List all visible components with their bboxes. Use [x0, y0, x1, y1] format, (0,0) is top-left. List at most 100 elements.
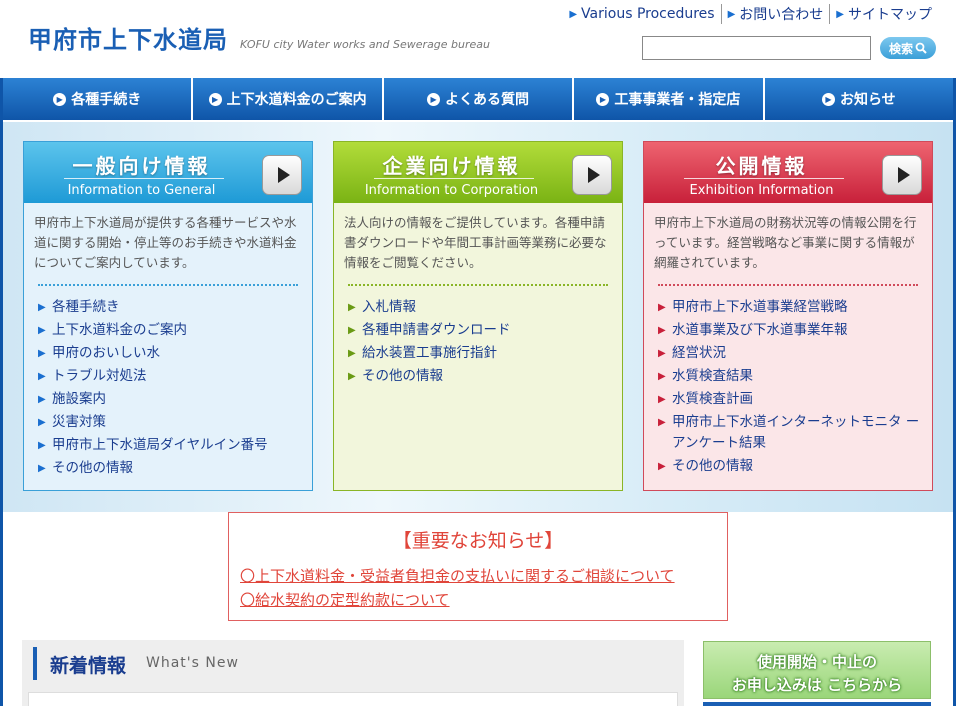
panel-general: 一般向け情報 Information to General 甲府市上下水道局が提…	[23, 141, 313, 491]
notice-link-payment-consultation[interactable]: 〇上下水道料金・受益者負担金の支払いに関するご相談について	[240, 565, 675, 586]
circle-arrow-icon: ▶	[821, 92, 835, 106]
chevron-right-icon: ▶	[38, 348, 46, 359]
list-item[interactable]: ▶ 給水装置工事施行指針	[348, 342, 612, 365]
list-item[interactable]: ▶ 災害対策	[38, 411, 302, 434]
circle-arrow-icon: ▶	[53, 92, 67, 106]
list-item[interactable]: ▶ 甲府のおいしい水	[38, 342, 302, 365]
news-heading-bar	[33, 647, 37, 680]
nav-procedures[interactable]: ▶ 各種手続き	[3, 78, 194, 120]
list-item[interactable]: ▶ その他の情報	[348, 365, 612, 388]
site-logo[interactable]: 甲府市上下水道局 KOFU city Water works and Sewer…	[28, 20, 490, 55]
nav-water-fees[interactable]: ▶ 上下水道料金のご案内	[193, 78, 384, 120]
chevron-right-icon: ▶	[38, 394, 46, 405]
nav-contractors[interactable]: ▶ 工事事業者・指定店	[574, 78, 765, 120]
chevron-right-icon: ▶	[348, 371, 356, 382]
top-link-contact[interactable]: ▶ お問い合わせ	[720, 4, 830, 24]
panel-subtitle: Information to Corporation	[364, 183, 539, 198]
site-title-en: KOFU city Water works and Sewerage burea…	[240, 38, 491, 51]
list-item[interactable]: ▶ 入札情報	[348, 296, 612, 319]
play-arrow-button[interactable]	[572, 155, 612, 195]
nav-faq[interactable]: ▶ よくある質問	[384, 78, 575, 120]
list-item[interactable]: ▶ トラブル対処法	[38, 365, 302, 388]
list-item[interactable]: ▶ 甲府市上下水道インターネットモニタ ーアンケート結果	[658, 411, 922, 455]
circle-arrow-icon: ▶	[596, 92, 610, 106]
play-icon	[277, 167, 290, 183]
panel-link-list: ▶ 甲府市上下水道事業経営戦略 ▶ 水道事業及び下水道事業年報 ▶ 経営状況 ▶ 水質検…	[644, 286, 932, 478]
panel-header[interactable]: 一般向け情報 Information to General	[24, 142, 312, 203]
play-icon	[897, 167, 910, 183]
search-icon	[915, 42, 927, 54]
panel-description: 甲府市上下水道局が提供する各種サービスや水道に関する開始・停止等のお手続きや水道…	[34, 215, 297, 270]
chevron-right-icon: ▶	[569, 8, 578, 20]
service-start-stop-banner[interactable]: 使用開始・中止の お申し込みは こちらから	[703, 641, 931, 699]
nav-news[interactable]: ▶ お知らせ	[765, 78, 953, 120]
chevron-right-icon: ▶	[38, 440, 46, 451]
panel-title: 公開情報	[715, 154, 808, 178]
chevron-right-icon: ▶	[658, 302, 666, 313]
chevron-right-icon: ▶	[348, 302, 356, 313]
panel-subtitle: Exhibition Information	[689, 183, 834, 198]
panel-link-list: ▶ 入札情報 ▶ 各種申請書ダウンロード ▶ 給水装置工事施行指針 ▶ その他の情報	[334, 286, 622, 388]
circle-arrow-icon: ▶	[208, 92, 222, 106]
list-item[interactable]: ▶ 施設案内	[38, 388, 302, 411]
panel-corporation: 企業向け情報 Information to Corporation 法人向けの情…	[333, 141, 623, 491]
chevron-right-icon: ▶	[348, 348, 356, 359]
panel-header-rule	[374, 178, 534, 179]
panel-header[interactable]: 企業向け情報 Information to Corporation	[334, 142, 622, 203]
chevron-right-icon: ▶	[658, 461, 666, 472]
chevron-right-icon: ▶	[658, 394, 666, 405]
notice-link-standard-terms[interactable]: 〇給水契約の定型約款について	[240, 589, 450, 610]
list-item[interactable]: ▶ 甲府市上下水道事業経営戦略	[658, 296, 922, 319]
panel-exhibition: 公開情報 Exhibition Information 甲府市上下水道局の財務状…	[643, 141, 933, 491]
top-link-procedures[interactable]: ▶ Various Procedures	[563, 6, 720, 22]
news-title: 新着情報	[50, 655, 127, 677]
notice-title: 【重要なお知らせ】	[392, 530, 564, 552]
circle-arrow-icon: ▶	[427, 92, 441, 106]
chevron-right-icon: ▶	[836, 8, 844, 20]
important-notice-box: 【重要なお知らせ】 〇上下水道料金・受益者負担金の支払いに関するご相談について …	[228, 512, 728, 621]
list-item[interactable]: ▶ 上下水道料金のご案内	[38, 319, 302, 342]
next-banner-edge	[703, 702, 931, 706]
site-title: 甲府市上下水道局	[28, 26, 228, 54]
chevron-right-icon: ▶	[658, 417, 666, 428]
panel-header[interactable]: 公開情報 Exhibition Information	[644, 142, 932, 203]
whats-new-section: 新着情報 What's New	[22, 640, 684, 706]
play-icon	[587, 167, 600, 183]
list-item[interactable]: ▶ 各種申請書ダウンロード	[348, 319, 612, 342]
panel-subtitle: Information to General	[67, 183, 216, 198]
list-item[interactable]: ▶ その他の情報	[658, 455, 922, 478]
list-item[interactable]: ▶ 水質検査計画	[658, 388, 922, 411]
list-item[interactable]: ▶ 経営状況	[658, 342, 922, 365]
list-item[interactable]: ▶ 甲府市上下水道局ダイヤルイン番号	[38, 434, 302, 457]
chevron-right-icon: ▶	[658, 371, 666, 382]
site-header: 甲府市上下水道局 KOFU city Water works and Sewer…	[0, 0, 956, 78]
chevron-right-icon: ▶	[348, 325, 356, 336]
panel-description: 甲府市上下水道局の財務状況等の情報公開を行っています。経営戦略など事業に関する情…	[654, 215, 917, 270]
chevron-right-icon: ▶	[38, 302, 46, 313]
play-arrow-button[interactable]	[882, 155, 922, 195]
list-item[interactable]: ▶ その他の情報	[38, 457, 302, 480]
panel-link-list: ▶ 各種手続き ▶ 上下水道料金のご案内 ▶ 甲府のおいしい水 ▶ トラブル対処法 ▶ 施…	[24, 286, 312, 480]
chevron-right-icon: ▶	[658, 325, 666, 336]
chevron-right-icon: ▶	[658, 348, 666, 359]
list-item[interactable]: ▶ 水道事業及び下水道事業年報	[658, 319, 922, 342]
panel-description: 法人向けの情報をご提供しています。各種申請書ダウンロードや年間工事計画等業務に必…	[344, 215, 607, 270]
chevron-right-icon: ▶	[38, 417, 46, 428]
top-link-sitemap[interactable]: ▶ サイトマップ	[829, 4, 938, 24]
play-arrow-button[interactable]	[262, 155, 302, 195]
top-links: ▶ Various Procedures ▶ お問い合わせ ▶ サイトマップ	[563, 4, 938, 24]
search-input[interactable]	[642, 36, 871, 60]
news-subtitle: What's New	[146, 655, 239, 671]
panel-header-rule	[684, 178, 844, 179]
panel-title: 企業向け情報	[382, 154, 521, 178]
global-nav: ▶ 各種手続き ▶ 上下水道料金のご案内 ▶ よくある質問 ▶ 工事事業者・指定店 ▶ お…	[3, 78, 953, 120]
chevron-right-icon: ▶	[38, 371, 46, 382]
list-item[interactable]: ▶ 水質検査結果	[658, 365, 922, 388]
panel-title: 一般向け情報	[72, 154, 211, 178]
news-list	[28, 692, 678, 706]
chevron-right-icon: ▶	[38, 325, 46, 336]
banner-line-2: お申し込みは こちらから	[731, 676, 903, 694]
banner-line-1: 使用開始・中止の	[756, 653, 877, 671]
list-item[interactable]: ▶ 各種手続き	[38, 296, 302, 319]
search-button[interactable]: 検索	[880, 37, 936, 59]
